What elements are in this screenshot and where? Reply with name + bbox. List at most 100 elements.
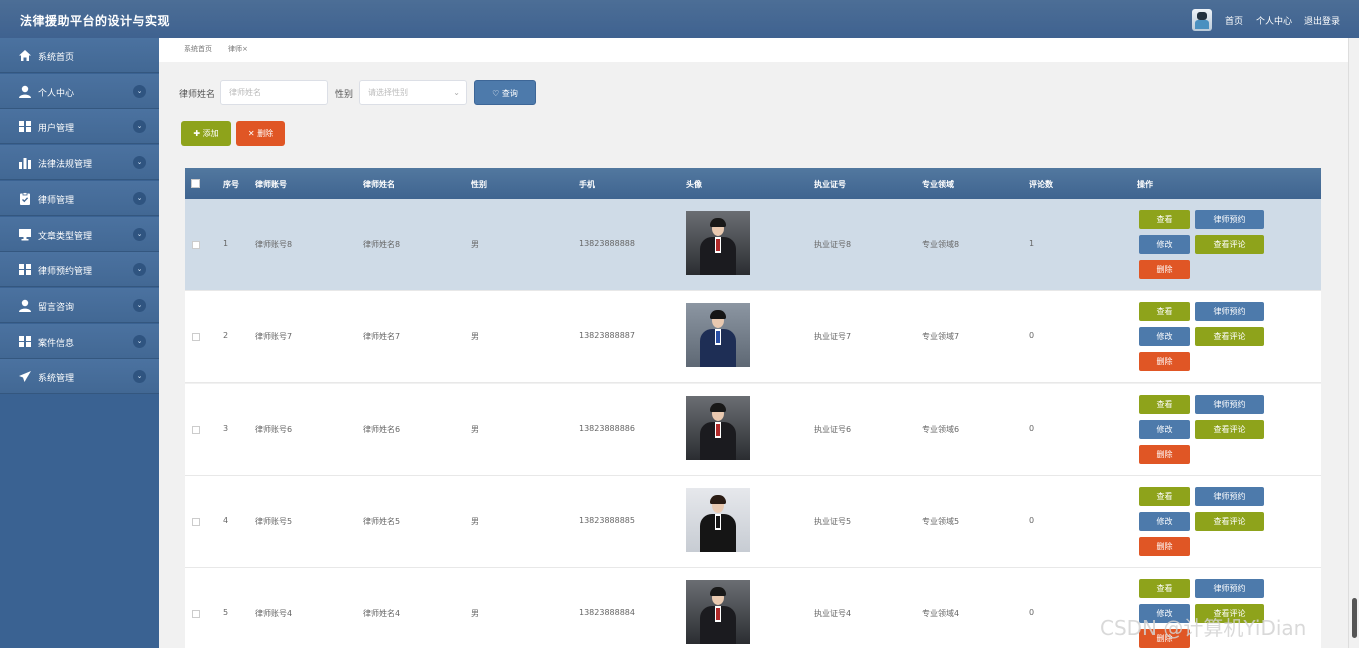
reserve-button[interactable]: 律师预约	[1195, 394, 1264, 414]
sidebar-item-7[interactable]: 留言咨询 ⌄	[0, 287, 159, 323]
edit-button[interactable]: 修改	[1139, 327, 1190, 347]
nav-profile-link[interactable]: 个人中心	[1256, 14, 1292, 27]
table-row[interactable]: 3 律师账号6 律师姓名6 男 13823888886 执业证号6 专业领域6 0 查看 律师预约…	[185, 383, 1321, 476]
chevron-down-icon[interactable]: ⌄	[133, 227, 146, 241]
cell-comments: 0	[1029, 331, 1035, 341]
cell-license: 执业证号5	[814, 516, 852, 526]
search-button-label: 查询	[501, 89, 518, 98]
name-search-input[interactable]: 律师姓名	[220, 80, 328, 105]
chevron-down-icon[interactable]: ⌄	[133, 120, 146, 134]
sidebar-item-label: 律师管理	[38, 195, 75, 206]
table-row[interactable]: 2 律师账号7 律师姓名7 男 13823888887 执业证号7 专业领域7 0 查看 律师预约…	[185, 291, 1321, 384]
view-button[interactable]: 查看	[1139, 486, 1190, 506]
sidebar-item-0[interactable]: 系统首页	[0, 38, 159, 73]
edit-button[interactable]: 修改	[1139, 235, 1190, 254]
sidebar-item-5[interactable]: 文章类型管理 ⌄	[0, 216, 159, 252]
sidebar-item-9[interactable]: 系统管理 ⌄	[0, 359, 159, 395]
view-comments-button[interactable]: 查看评论	[1195, 327, 1264, 347]
view-button[interactable]: 查看	[1139, 302, 1190, 322]
cell-name: 律师姓名5	[363, 516, 401, 526]
view-button[interactable]: 查看	[1139, 210, 1190, 229]
sidebar-item-8[interactable]: 案件信息 ⌄	[0, 323, 159, 359]
app-title: 法律援助平台的设计与实现	[20, 14, 171, 28]
monitor-icon	[18, 228, 32, 241]
header-phone: 手机	[579, 180, 595, 189]
row-delete-button[interactable]: 删除	[1139, 444, 1190, 464]
view-comments-button[interactable]: 查看评论	[1195, 511, 1264, 531]
view-comments-button[interactable]: 查看评论	[1195, 235, 1264, 254]
chevron-down-icon[interactable]: ⌄	[133, 191, 146, 205]
chevron-down-icon[interactable]: ⌄	[133, 334, 146, 348]
avatar[interactable]	[1192, 9, 1212, 31]
chevron-down-icon[interactable]: ⌄	[133, 298, 146, 312]
sidebar-item-1[interactable]: 个人中心 ⌄	[0, 73, 159, 109]
row-delete-button[interactable]: 删除	[1139, 536, 1190, 556]
table-row[interactable]: 1 律师账号8 律师姓名8 男 13823888888 执业证号8 专业领域8 1 查看 律师预约…	[185, 199, 1321, 291]
scrollbar-thumb[interactable]	[1352, 598, 1357, 638]
lawyer-photo	[686, 395, 750, 460]
cell-no: 1	[223, 239, 229, 248]
row-delete-button[interactable]: 删除	[1139, 352, 1190, 372]
reserve-button[interactable]: 律师预约	[1195, 579, 1264, 599]
search-button[interactable]: ♡ 查询	[474, 80, 536, 105]
lawyer-photo	[686, 303, 750, 368]
gender-select[interactable]: 请选择性别 ⌄	[359, 80, 467, 105]
cell-account: 律师账号6	[255, 424, 293, 434]
header-field: 专业领域	[922, 180, 954, 189]
sidebar-item-6[interactable]: 律师预约管理 ⌄	[0, 252, 159, 288]
cell-field: 专业领域6	[922, 424, 960, 434]
sidebar-item-label: 文章类型管理	[38, 231, 93, 242]
header-no: 序号	[223, 180, 239, 189]
sidebar-item-label: 案件信息	[38, 338, 75, 349]
nav-logout-link[interactable]: 退出登录	[1304, 14, 1340, 27]
cell-gender: 男	[471, 609, 479, 619]
view-button[interactable]: 查看	[1139, 394, 1190, 414]
table-header: 序号 律师账号 律师姓名 性别 手机 头像 执业证号 专业领域 评论数 操作	[185, 168, 1321, 199]
sidebar-item-label: 法律法规管理	[38, 160, 93, 171]
table-row[interactable]: 4 律师账号5 律师姓名5 男 13823888885 执业证号5 专业领域5 0 查看 律师预约…	[185, 475, 1321, 568]
bar-chart-icon	[18, 156, 32, 170]
reserve-button[interactable]: 律师预约	[1195, 486, 1264, 506]
row-checkbox[interactable]	[192, 610, 200, 619]
cell-gender: 男	[471, 240, 479, 249]
user-icon	[18, 85, 32, 98]
bulk-delete-button[interactable]: ✕ 删除	[236, 121, 285, 146]
grid-icon	[18, 263, 32, 276]
chevron-down-icon[interactable]: ⌄	[133, 84, 146, 98]
breadcrumb-current-tab[interactable]: 律师×	[228, 44, 248, 54]
sidebar-item-3[interactable]: 法律法规管理 ⌄	[0, 145, 159, 181]
edit-button[interactable]: 修改	[1139, 419, 1190, 439]
reserve-button[interactable]: 律师预约	[1195, 302, 1264, 322]
breadcrumb-home[interactable]: 系统首页	[184, 44, 212, 54]
home-icon	[18, 49, 32, 62]
cell-phone: 13823888884	[579, 608, 635, 618]
row-checkbox[interactable]	[192, 333, 200, 342]
chevron-down-icon: ⌄	[453, 88, 460, 97]
watermark: CSDN @计算机YiDian	[1100, 616, 1307, 640]
cell-name: 律师姓名4	[363, 609, 401, 619]
add-button[interactable]: ✚ 添加	[181, 121, 231, 146]
add-button-label: 添加	[202, 129, 219, 138]
row-checkbox[interactable]	[192, 241, 200, 249]
scrollbar[interactable]	[1348, 38, 1359, 648]
lawyer-photo	[686, 211, 750, 275]
reserve-button[interactable]: 律师预约	[1195, 210, 1264, 229]
row-checkbox[interactable]	[192, 425, 200, 434]
row-delete-button[interactable]: 删除	[1139, 260, 1190, 279]
view-comments-button[interactable]: 查看评论	[1195, 419, 1264, 439]
chevron-down-icon[interactable]: ⌄	[133, 263, 146, 277]
select-all-checkbox[interactable]	[191, 179, 200, 188]
plus-icon: ✚	[193, 129, 201, 138]
edit-button[interactable]: 修改	[1139, 511, 1190, 531]
row-checkbox[interactable]	[192, 517, 200, 526]
sidebar-item-2[interactable]: 用户管理 ⌄	[0, 109, 159, 145]
cell-gender: 男	[471, 516, 479, 526]
chevron-down-icon[interactable]: ⌄	[133, 156, 146, 170]
close-icon: ✕	[247, 129, 255, 138]
nav-home-link[interactable]: 首页	[1225, 14, 1243, 27]
bulk-delete-label: 删除	[257, 129, 274, 138]
view-button[interactable]: 查看	[1139, 579, 1190, 599]
chevron-down-icon[interactable]: ⌄	[133, 370, 146, 384]
sidebar-item-label: 系统首页	[38, 53, 75, 63]
sidebar-item-4[interactable]: 律师管理 ⌄	[0, 180, 159, 216]
